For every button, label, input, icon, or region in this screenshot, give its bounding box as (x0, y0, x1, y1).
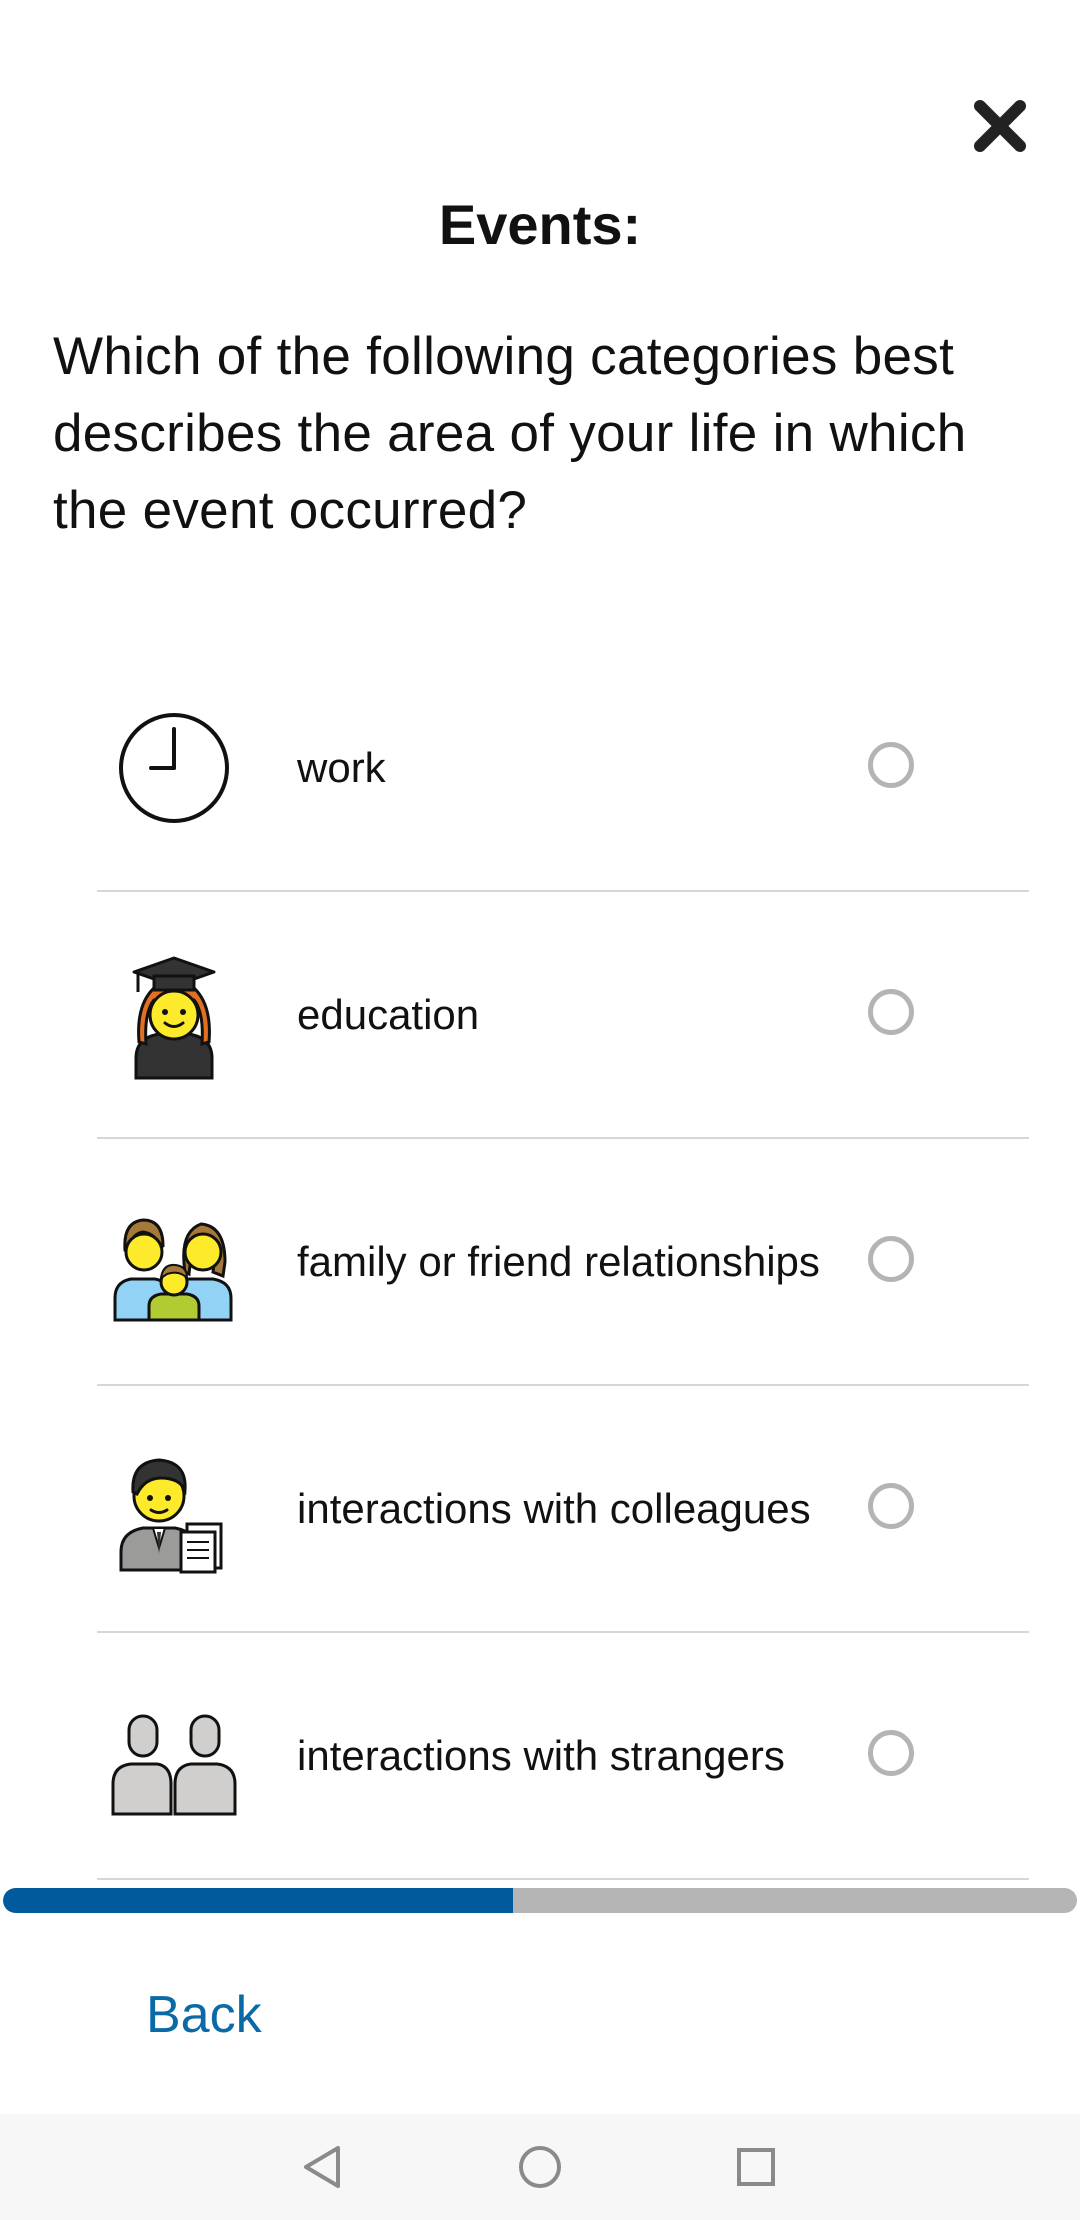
option-label: work (297, 743, 386, 791)
option-interactions-with-colleagues[interactable]: interactions with colleagues (97, 1386, 1029, 1633)
option-family-or-friend-relationships[interactable]: family or friend relationships (97, 1139, 1029, 1386)
family-icon (109, 1139, 239, 1384)
people-icon (109, 1633, 239, 1878)
office-worker-icon (109, 1386, 239, 1631)
radio-button[interactable] (868, 1235, 914, 1282)
nav-recents-icon (737, 2148, 775, 2186)
progress-bar-fill (3, 1888, 514, 1913)
survey-screen: Events: Which of the following categorie… (0, 0, 1080, 2220)
back-button[interactable]: Back (146, 1980, 262, 2050)
radio-button[interactable] (868, 1482, 914, 1529)
question-text: Which of the following categories best d… (53, 327, 967, 540)
radio-button[interactable] (868, 988, 914, 1035)
progress-bar (3, 1888, 1077, 1913)
radio-button[interactable] (868, 1729, 914, 1776)
option-label: education (297, 990, 480, 1038)
nav-back-icon (304, 2146, 340, 2188)
nav-home-icon (519, 2146, 561, 2188)
clock-icon (109, 645, 239, 890)
option-label: interactions with colleagues (297, 1484, 811, 1532)
option-label: interactions with strangers (297, 1731, 785, 1779)
option-label: family or friend relationships (297, 1237, 820, 1285)
graduate-icon (109, 892, 239, 1137)
nav-home-button[interactable] (505, 2134, 575, 2200)
radio-button[interactable] (868, 741, 914, 788)
close-button[interactable] (962, 88, 1038, 164)
nav-recents-button[interactable] (721, 2134, 791, 2200)
system-nav-bar (0, 2114, 1080, 2220)
close-icon (974, 100, 1026, 152)
options-list: work education family or friend relation… (97, 645, 1029, 1880)
option-education[interactable]: education (97, 892, 1029, 1139)
nav-back-button[interactable] (288, 2134, 358, 2200)
option-interactions-with-strangers[interactable]: interactions with strangers (97, 1633, 1029, 1880)
page-title: Events: (438, 193, 642, 256)
option-work[interactable]: work (97, 645, 1029, 892)
